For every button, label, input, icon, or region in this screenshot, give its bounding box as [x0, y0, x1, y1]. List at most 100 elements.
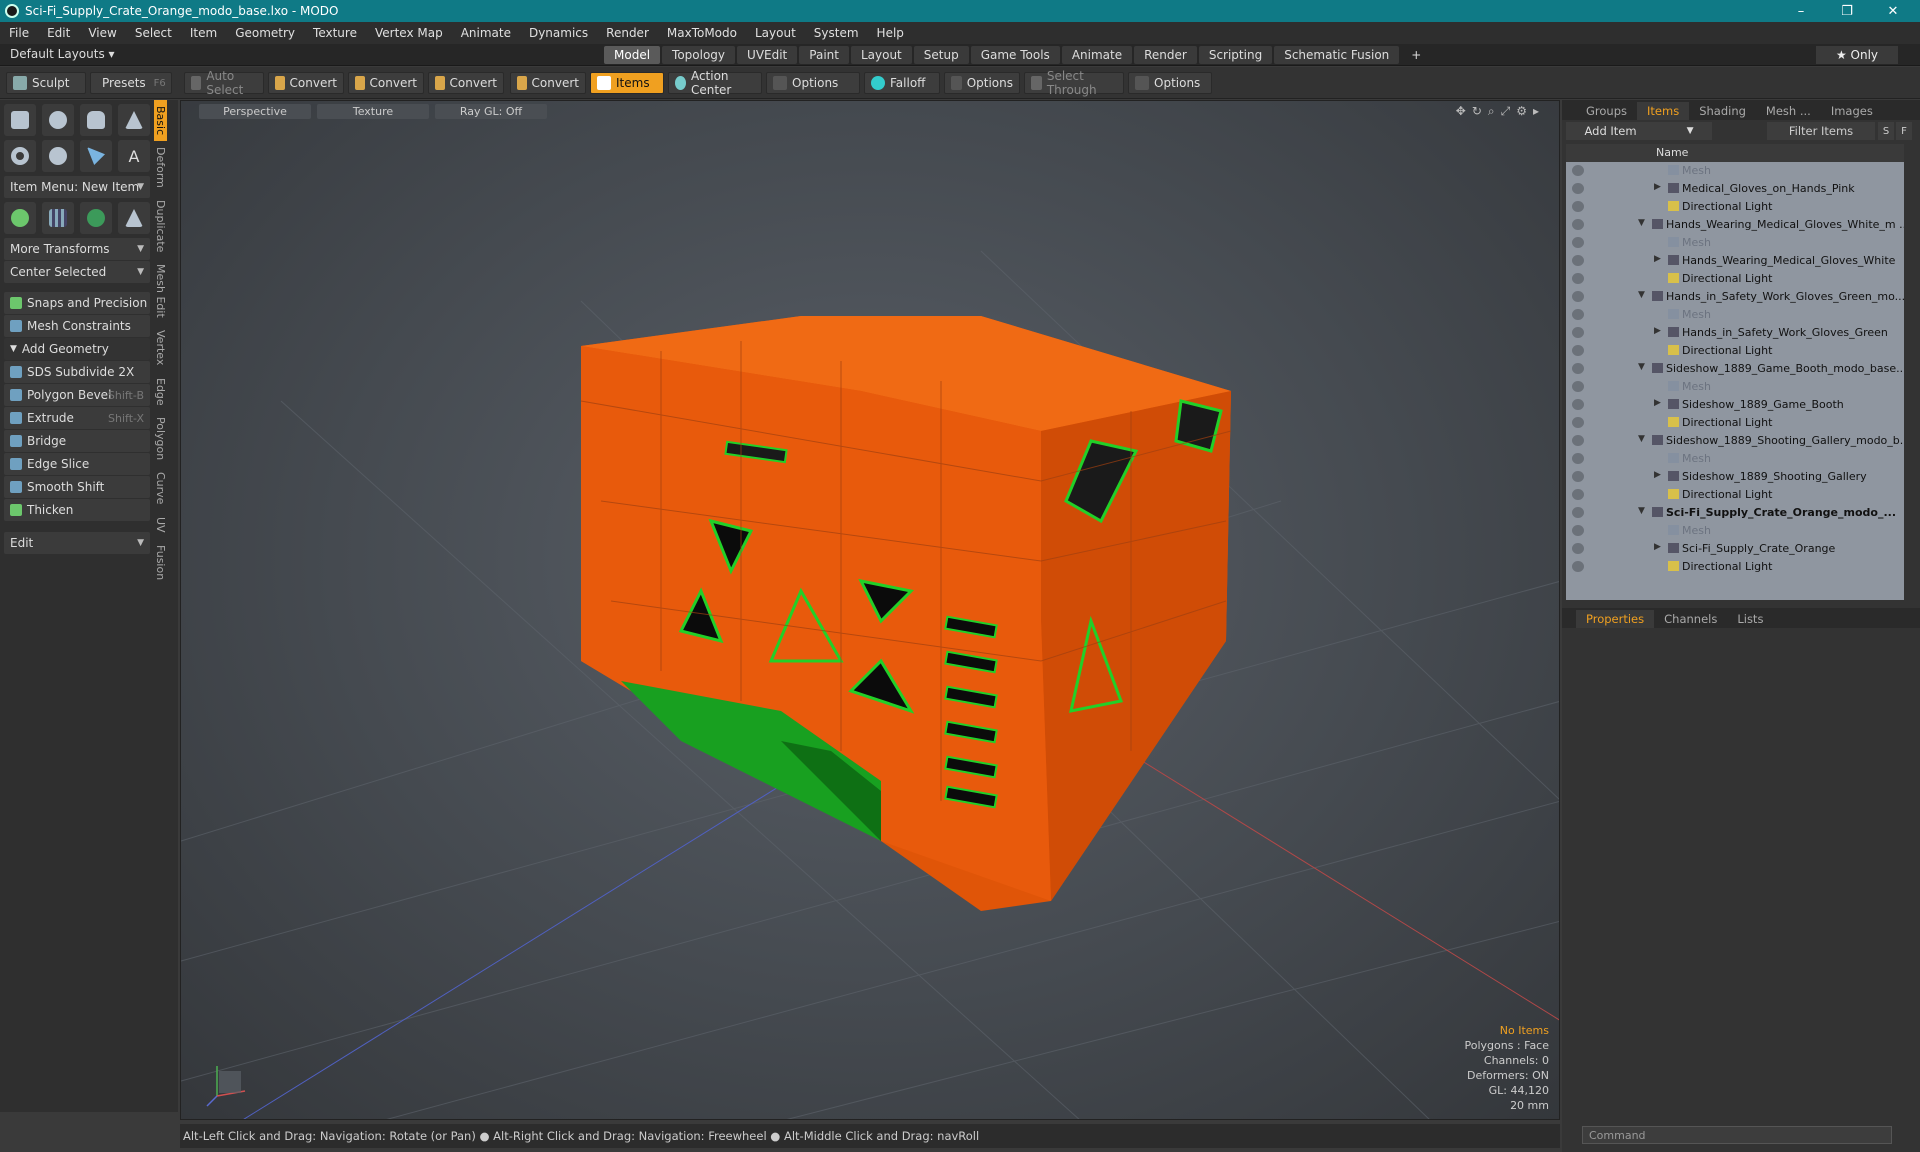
convert-polygon-button[interactable]: Convert [428, 72, 504, 94]
vtab-fusion[interactable]: Fusion [154, 539, 167, 586]
tab-paint[interactable]: Paint [799, 46, 849, 64]
edit-dropdown[interactable]: Edit ▼ [4, 532, 150, 554]
expand-arrow-icon[interactable]: ▶ [1654, 542, 1661, 552]
tree-item-row[interactable]: ▶ Medical_Gloves_on_Hands_Pink [1566, 180, 1904, 198]
maximize-button[interactable]: ❐ [1824, 0, 1870, 22]
text-tool-icon[interactable]: A [118, 140, 150, 172]
tree-light-row[interactable]: Directional Light [1566, 486, 1904, 504]
visibility-eye-icon[interactable] [1572, 183, 1584, 194]
action-center-button[interactable]: Action Center [668, 69, 762, 97]
visibility-eye-icon[interactable] [1572, 363, 1584, 374]
snaps-precision-button[interactable]: Snaps and Precision [4, 292, 150, 314]
tree-mesh-row[interactable]: Mesh [1566, 378, 1904, 396]
menu-animate[interactable]: Animate [452, 26, 520, 40]
tree-group-row[interactable]: ▼ Hands_Wearing_Medical_Gloves_White_m ..… [1566, 216, 1904, 234]
expand-arrow-icon[interactable]: ▼ [1638, 290, 1645, 300]
visibility-eye-icon[interactable] [1572, 309, 1584, 320]
tree-item-row[interactable]: ▶ Sci-Fi_Supply_Crate_Orange [1566, 540, 1904, 558]
cylinder-icon[interactable] [80, 104, 112, 136]
menu-system[interactable]: System [805, 26, 868, 40]
options-button-2[interactable]: Options [944, 72, 1020, 94]
visibility-eye-icon[interactable] [1572, 453, 1584, 464]
tree-group-row[interactable]: ▼ Sideshow_1889_Shooting_Gallery_modo_b..… [1566, 432, 1904, 450]
items-mode-button[interactable]: Items [590, 72, 664, 94]
visibility-eye-icon[interactable] [1572, 471, 1584, 482]
item-menu-dropdown[interactable]: Item Menu: New Item ▼ [4, 176, 150, 198]
tab-uvedit[interactable]: UVEdit [737, 46, 798, 64]
tab-layout[interactable]: Layout [850, 46, 912, 64]
more-transforms-dropdown[interactable]: More Transforms ▼ [4, 238, 150, 260]
tree-item-row[interactable]: ▶ Sideshow_1889_Game_Booth [1566, 396, 1904, 414]
expand-arrow-icon[interactable]: ▶ [1654, 182, 1661, 192]
menu-edit[interactable]: Edit [38, 26, 79, 40]
convert-item-button[interactable]: Convert [510, 72, 586, 94]
vtab-duplicate[interactable]: Duplicate [154, 194, 167, 258]
center-selected-dropdown[interactable]: Center Selected ▼ [4, 261, 150, 283]
auto-select-button[interactable]: Auto Select [184, 69, 264, 97]
visibility-eye-icon[interactable] [1572, 543, 1584, 554]
tab-topology[interactable]: Topology [662, 46, 736, 64]
visibility-eye-icon[interactable] [1572, 201, 1584, 212]
tab-scripting[interactable]: Scripting [1198, 46, 1273, 64]
expand-arrow-icon[interactable]: ▼ [1638, 218, 1645, 228]
menu-item[interactable]: Item [181, 26, 226, 40]
expand-arrow-icon[interactable]: ▶ [1654, 326, 1661, 336]
tab-mesh[interactable]: Mesh ... [1756, 102, 1821, 120]
convert-vertex-button[interactable]: Convert [268, 72, 344, 94]
menu-view[interactable]: View [79, 26, 125, 40]
vtab-polygon[interactable]: Polygon [154, 411, 167, 466]
torus-icon[interactable] [4, 140, 36, 172]
visibility-eye-icon[interactable] [1572, 165, 1584, 176]
tree-mesh-row[interactable]: Mesh [1566, 522, 1904, 540]
visibility-eye-icon[interactable] [1572, 291, 1584, 302]
tab-properties[interactable]: Properties [1576, 610, 1655, 628]
cone-icon[interactable] [118, 104, 150, 136]
tree-group-row[interactable]: ▼ Hands_in_Safety_Work_Gloves_Green_mo... [1566, 288, 1904, 306]
tree-item-row[interactable]: ▶ Hands_in_Safety_Work_Gloves_Green [1566, 324, 1904, 342]
globe-icon[interactable] [80, 202, 112, 234]
visibility-eye-icon[interactable] [1572, 561, 1584, 572]
tab-render[interactable]: Render [1134, 46, 1197, 64]
tab-lists[interactable]: Lists [1727, 610, 1773, 628]
pyramid-icon[interactable] [118, 202, 150, 234]
filter-s-button[interactable]: S [1878, 122, 1894, 140]
tab-animate[interactable]: Animate [1061, 46, 1133, 64]
visibility-eye-icon[interactable] [1572, 399, 1584, 410]
vtab-curve[interactable]: Curve [154, 466, 167, 510]
tree-mesh-row[interactable]: Mesh [1566, 306, 1904, 324]
sculpt-button[interactable]: Sculpt [6, 72, 86, 94]
extrude-button[interactable]: Extrude Shift-X [4, 407, 150, 429]
cube-icon[interactable] [4, 104, 36, 136]
menu-render[interactable]: Render [597, 26, 658, 40]
tree-mesh-row[interactable]: Mesh [1566, 162, 1904, 180]
tree-group-row[interactable]: ▼ Sci-Fi_Supply_Crate_Orange_modo_... [1566, 504, 1904, 522]
visibility-eye-icon[interactable] [1572, 273, 1584, 284]
add-tab-button[interactable]: + [1401, 46, 1431, 64]
tree-light-row[interactable]: Directional Light [1566, 342, 1904, 360]
menu-vertex-map[interactable]: Vertex Map [366, 26, 452, 40]
visibility-eye-icon[interactable] [1572, 255, 1584, 266]
expand-arrow-icon[interactable]: ▼ [1638, 434, 1645, 444]
grid-icon[interactable] [42, 202, 74, 234]
filter-items-input[interactable]: Filter Items [1767, 122, 1875, 140]
vtab-deform[interactable]: Deform [154, 141, 167, 194]
visibility-eye-icon[interactable] [1572, 525, 1584, 536]
menu-layout[interactable]: Layout [746, 26, 805, 40]
vtab-edge[interactable]: Edge [154, 372, 167, 412]
menu-texture[interactable]: Texture [304, 26, 366, 40]
visibility-eye-icon[interactable] [1572, 219, 1584, 230]
smooth-shift-button[interactable]: Smooth Shift [4, 476, 150, 498]
tab-channels[interactable]: Channels [1654, 610, 1727, 628]
add-item-dropdown[interactable]: Add Item ▼ [1566, 122, 1712, 140]
filter-f-button[interactable]: F [1896, 122, 1912, 140]
tab-game-tools[interactable]: Game Tools [970, 46, 1060, 64]
pen-tool-icon[interactable] [80, 140, 112, 172]
thicken-button[interactable]: Thicken [4, 499, 150, 521]
tab-groups[interactable]: Groups [1576, 102, 1637, 120]
vtab-uv[interactable]: UV [154, 511, 167, 539]
visibility-eye-icon[interactable] [1572, 435, 1584, 446]
expand-arrow-icon[interactable]: ▶ [1654, 398, 1661, 408]
visibility-eye-icon[interactable] [1572, 489, 1584, 500]
expand-arrow-icon[interactable]: ▼ [1638, 362, 1645, 372]
menu-dynamics[interactable]: Dynamics [520, 26, 597, 40]
